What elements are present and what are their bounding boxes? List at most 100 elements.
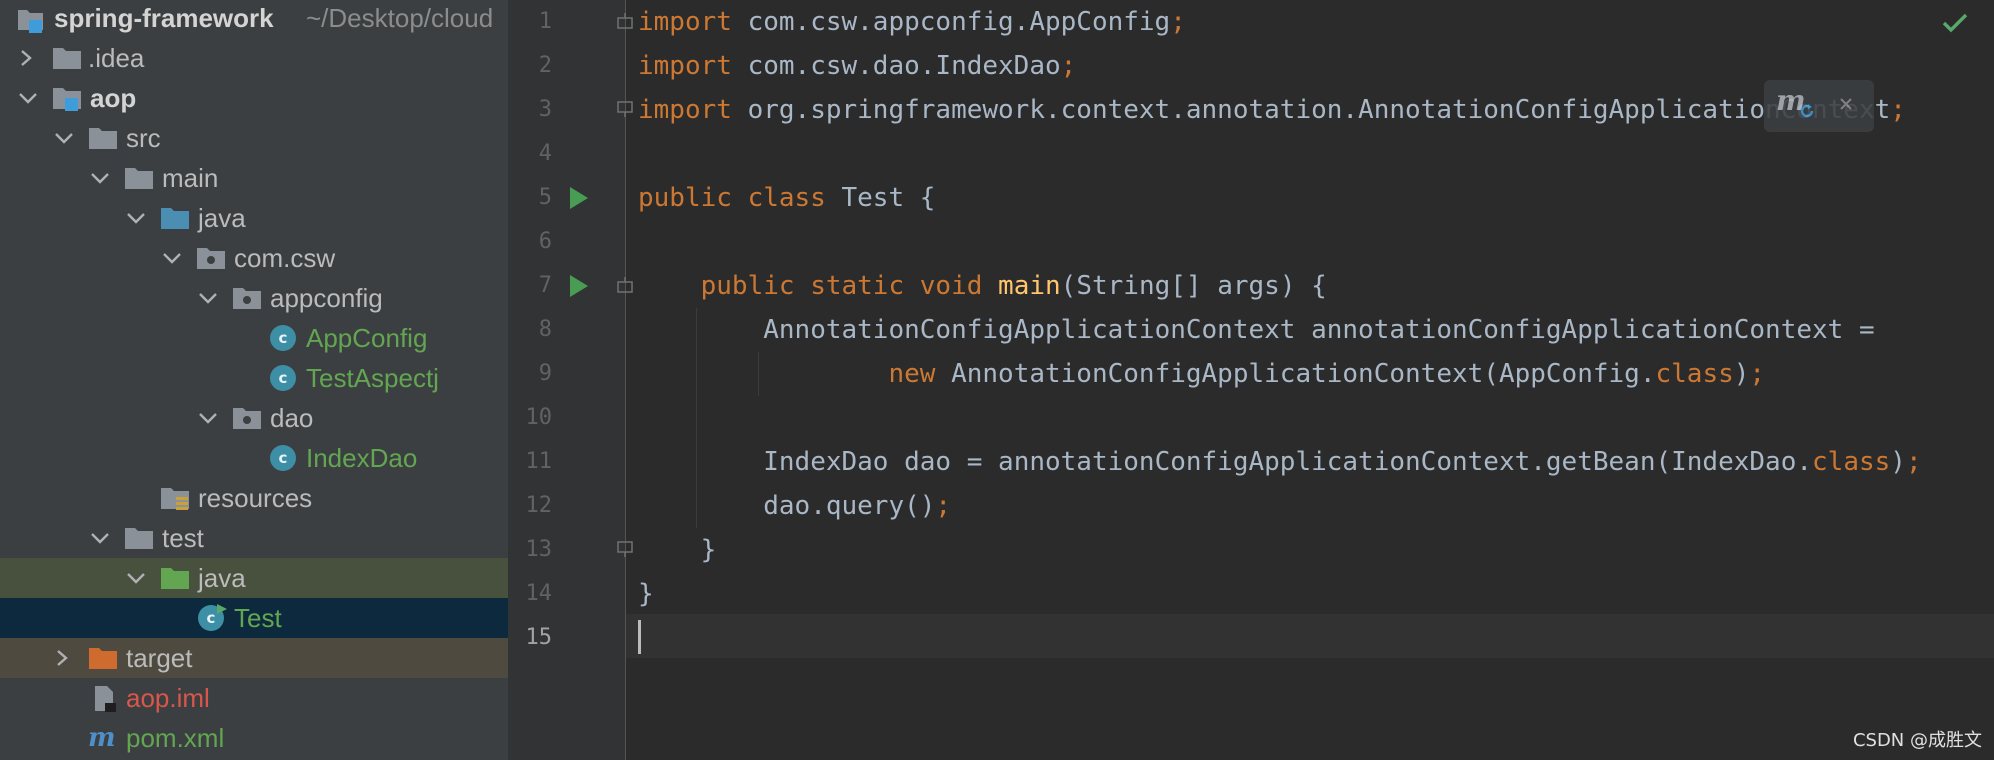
line-number: 3: [538, 97, 552, 122]
code-line-8: AnnotationConfigApplicationContext annot…: [638, 308, 1875, 352]
code-text: }: [638, 579, 654, 609]
code-line-5: public class Test {: [638, 176, 935, 220]
chevron-down-icon[interactable]: [88, 518, 110, 558]
tree-item-src[interactable]: src: [0, 118, 508, 158]
keyword: public class: [638, 183, 826, 213]
line-number: 7: [538, 273, 552, 298]
tree-item-test[interactable]: test: [0, 518, 508, 558]
current-line-highlight: [626, 614, 1994, 658]
tree-item-indexdao-class[interactable]: c IndexDao: [0, 438, 508, 478]
folder-icon: [124, 165, 153, 191]
tree-item-test-class[interactable]: c Test: [0, 598, 508, 638]
tree-item-testaspectj-class[interactable]: c TestAspectj: [0, 358, 508, 398]
code-text: AnnotationConfigApplicationContext annot…: [763, 315, 1875, 345]
tree-item-com-csw[interactable]: com.csw: [0, 238, 508, 278]
test-folder-icon: [160, 565, 189, 591]
tree-item-label: java: [198, 563, 246, 593]
fold-method-end-icon[interactable]: [616, 540, 634, 563]
chevron-down-icon[interactable]: [124, 558, 146, 598]
tree-item-dao[interactable]: dao: [0, 398, 508, 438]
fold-method-icon[interactable]: [616, 276, 634, 299]
code-text: Test {: [825, 183, 936, 213]
code-text: ): [1733, 359, 1750, 389]
java-class-icon: c: [270, 365, 296, 391]
code-text: com.csw.appconfig.AppConfig: [731, 7, 1171, 37]
chevron-down-icon[interactable]: [52, 118, 74, 158]
keyword: public static void: [700, 271, 983, 301]
tree-item-label: main: [162, 163, 219, 193]
tree-item-java-tests[interactable]: java: [0, 558, 508, 598]
folder-icon: [52, 45, 81, 71]
close-icon[interactable]: [1838, 96, 1854, 117]
keyword: class: [1655, 359, 1734, 389]
chevron-down-icon[interactable]: [196, 278, 218, 318]
java-class-icon: c: [270, 325, 296, 351]
code-line-11: IndexDao dao = annotationConfigApplicati…: [638, 440, 1922, 484]
no-problems-check-icon[interactable]: [1942, 12, 1968, 39]
tree-item-aop-iml[interactable]: aop.iml: [0, 678, 508, 718]
semicolon: ;: [1905, 447, 1922, 477]
run-main-icon[interactable]: [568, 274, 590, 303]
code-text: ): [1890, 447, 1906, 477]
module-folder-icon: [16, 6, 44, 33]
keyword: import: [638, 51, 732, 81]
tree-item-label: .idea: [88, 43, 145, 73]
code-text: IndexDao dao = annotationConfigApplicati…: [763, 447, 1813, 477]
package-icon: [196, 245, 225, 271]
tree-item-main[interactable]: main: [0, 158, 508, 198]
line-number: 15: [525, 625, 553, 650]
line-number: 14: [525, 581, 553, 606]
line-number: 1: [538, 9, 552, 34]
fold-imports-end-icon[interactable]: [616, 100, 634, 123]
line-number: 5: [538, 185, 552, 210]
chevron-down-icon[interactable]: [16, 78, 38, 118]
line-number: 4: [538, 141, 552, 166]
code-text: }: [700, 535, 717, 565]
maven-reload-popup[interactable]: m: [1764, 80, 1874, 132]
tree-item-label: pom.xml: [126, 723, 225, 753]
keyword: import: [638, 95, 732, 125]
tree-item-label: resources: [198, 483, 313, 513]
run-class-icon[interactable]: [568, 186, 590, 215]
line-number: 13: [525, 537, 553, 562]
method-name: main: [998, 271, 1061, 301]
tree-item-label: java: [198, 203, 246, 233]
line-number: 8: [538, 317, 552, 342]
tree-item-label: Test: [234, 603, 282, 633]
chevron-down-icon[interactable]: [124, 198, 146, 238]
tree-item-label: appconfig: [270, 283, 383, 313]
tree-root-spring-framework[interactable]: spring-framework ~/Desktop/cloud: [0, 0, 508, 40]
root-project-path: ~/Desktop/cloud: [306, 3, 494, 33]
tree-item-appconfig-class[interactable]: c AppConfig: [0, 318, 508, 358]
semicolon: ;: [1060, 51, 1077, 81]
fold-imports-icon[interactable]: [616, 12, 634, 35]
chevron-down-icon[interactable]: [160, 238, 182, 278]
chevron-down-icon[interactable]: [88, 158, 110, 198]
code-text: (String[] args) {: [1060, 271, 1327, 301]
semicolon: ;: [935, 491, 952, 521]
tree-item-idea[interactable]: .idea: [0, 38, 508, 78]
code-line-14: }: [638, 572, 654, 616]
tree-item-label: src: [126, 123, 161, 153]
chevron-right-icon[interactable]: [16, 38, 38, 78]
tree-item-aop[interactable]: aop: [0, 78, 508, 118]
refresh-icon: [1798, 102, 1816, 125]
root-project-name: spring-framework: [54, 3, 274, 33]
semicolon: ;: [1890, 95, 1906, 125]
tree-item-label: dao: [270, 403, 314, 433]
watermark: CSDN @成胜文: [1852, 730, 1982, 751]
tree-item-label: TestAspectj: [306, 363, 439, 393]
code-text: com.csw.dao.IndexDao: [731, 51, 1061, 81]
tree-item-label: aop: [90, 83, 137, 113]
tree-item-target[interactable]: target: [0, 638, 508, 678]
tree-item-label: IndexDao: [306, 443, 418, 473]
tree-item-java-sources[interactable]: java: [0, 198, 508, 238]
tree-item-pom-xml[interactable]: m pom.xml: [0, 718, 508, 758]
tree-item-label: target: [126, 643, 193, 673]
code-editor[interactable]: 1 2 3 4 5 6 7 8 9 10 11 12 13 14 15 impo…: [508, 0, 1994, 760]
tree-item-resources[interactable]: resources: [0, 478, 508, 518]
keyword: import: [638, 7, 732, 37]
chevron-right-icon[interactable]: [52, 638, 74, 678]
tree-item-appconfig[interactable]: appconfig: [0, 278, 508, 318]
chevron-down-icon[interactable]: [196, 398, 218, 438]
